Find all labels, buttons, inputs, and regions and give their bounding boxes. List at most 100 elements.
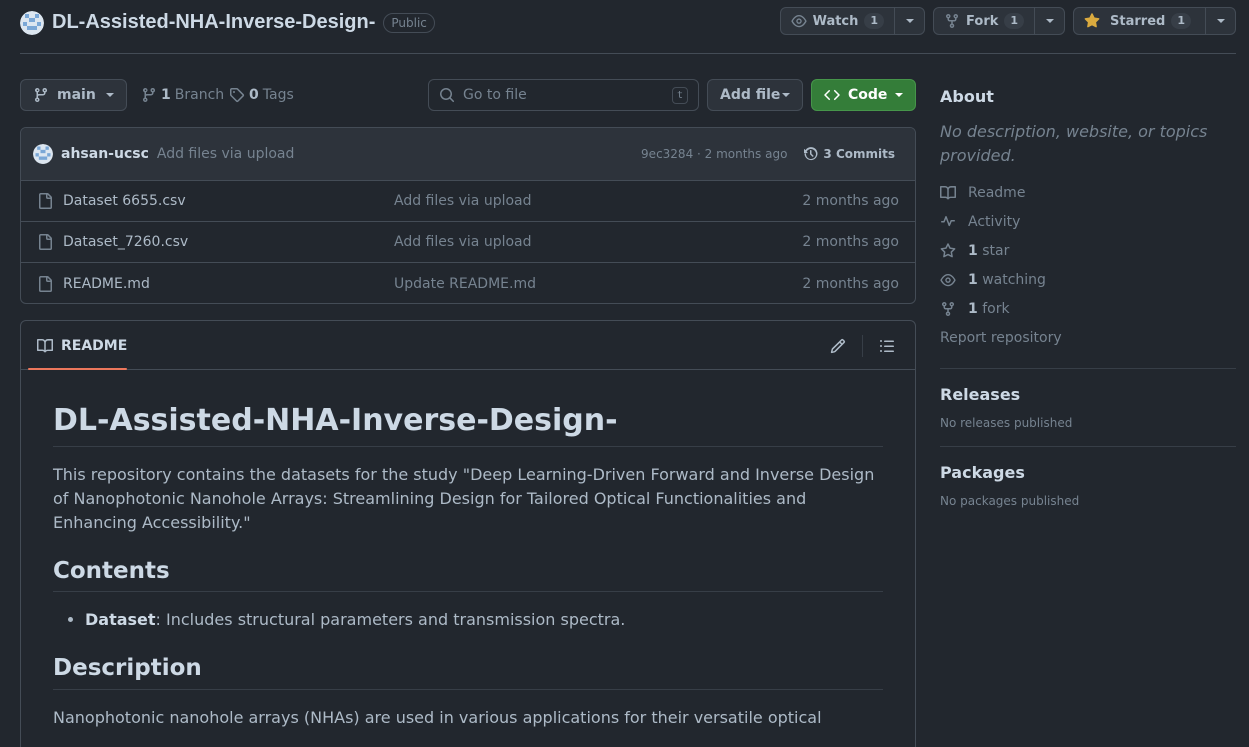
fork-button[interactable]: Fork 1 (934, 8, 1034, 34)
outline-button[interactable] (871, 333, 903, 359)
file-row[interactable]: Dataset 6655.csv Add files via upload 2 … (21, 181, 915, 222)
readme-link[interactable]: Readme (940, 178, 1236, 207)
file-name[interactable]: Dataset_7260.csv (63, 234, 188, 250)
contents-list: Dataset: Includes structural parameters … (53, 608, 883, 632)
file-icon (37, 234, 53, 250)
branch-selector[interactable]: main (20, 79, 127, 111)
tags-label: Tags (262, 87, 294, 103)
commits-link[interactable]: 3 Commits (803, 146, 895, 162)
book-icon (37, 338, 53, 354)
file-commit-message[interactable]: Update README.md (394, 276, 536, 292)
sidebar: About No description, website, or topics… (940, 79, 1236, 508)
packages-title[interactable]: Packages (940, 463, 1236, 482)
file-date: 2 months ago (802, 275, 899, 292)
fork-icon (944, 13, 960, 29)
readme-tab-underline (28, 368, 127, 370)
report-label: Report repository (940, 329, 1062, 346)
list-item: Dataset: Includes structural parameters … (85, 608, 883, 632)
forks-link[interactable]: 1 fork (940, 294, 1236, 323)
star-button[interactable]: Starred 1 (1074, 8, 1205, 34)
watch-dropdown[interactable] (894, 8, 924, 34)
fork-dropdown[interactable] (1034, 8, 1064, 34)
watch-button[interactable]: Watch 1 (781, 8, 894, 34)
pencil-icon (830, 338, 846, 354)
commit-hash-time[interactable]: 9ec3284 · 2 months ago (641, 147, 787, 161)
branches-link[interactable]: 1 Branch (141, 79, 224, 111)
edit-button[interactable] (822, 333, 854, 359)
packages-empty: No packages published (940, 494, 1080, 508)
file-row[interactable]: Dataset_7260.csv Add files via upload 2 … (21, 222, 915, 263)
code-label: Code (848, 87, 888, 103)
file-row[interactable]: README.md Update README.md 2 months ago (21, 263, 915, 303)
star-label: Starred (1110, 13, 1166, 29)
repo-name[interactable]: DL-Assisted-NHA-Inverse-Design- (52, 11, 375, 34)
readme-intro: This repository contains the datasets fo… (53, 464, 875, 532)
sidebar-divider (940, 368, 1236, 369)
tool-separator (862, 335, 863, 357)
about-description: No description, website, or topics provi… (940, 122, 1208, 165)
readme-tools (822, 333, 903, 359)
tags-link[interactable]: 0 Tags (229, 79, 294, 111)
file-list: ahsan-ucsc Add files via upload 9ec3284 … (20, 127, 916, 304)
pulse-icon (940, 214, 956, 230)
file-commit-message[interactable]: Add files via upload (394, 193, 532, 209)
activity-label: Activity (968, 213, 1021, 230)
report-repository-link[interactable]: Report repository (940, 323, 1236, 352)
chevron-down-icon (895, 93, 904, 97)
code-button[interactable]: Code (811, 79, 916, 111)
commit-author[interactable]: ahsan-ucsc (61, 146, 149, 162)
watch-label: Watch (812, 13, 859, 29)
commit-message[interactable]: Add files via upload (157, 146, 295, 162)
readme-panel: README DL-Assisted-NHA-Inverse-Design- T… (20, 320, 916, 747)
add-file-label: Add file (720, 87, 781, 103)
star-dropdown[interactable] (1205, 8, 1235, 34)
bullet-text: : Includes structural parameters and tra… (155, 610, 626, 630)
readme-content: DL-Assisted-NHA-Inverse-Design- This rep… (21, 370, 915, 730)
chevron-down-icon (1045, 19, 1054, 23)
file-name[interactable]: Dataset 6655.csv (63, 193, 186, 209)
about-title: About (940, 87, 994, 106)
contents-heading: Contents (53, 557, 883, 593)
chevron-down-icon (782, 93, 790, 97)
chevron-down-icon (1216, 19, 1225, 23)
add-file-button[interactable]: Add file (707, 79, 803, 111)
releases-empty: No releases published (940, 416, 1073, 430)
chevron-down-icon (905, 19, 914, 23)
star-button-group: Starred 1 (1073, 7, 1236, 35)
repo-header: DL-Assisted-NHA-Inverse-Design- Public W… (20, 7, 1236, 35)
stars-link[interactable]: 1 star (940, 236, 1236, 265)
search-icon (439, 87, 455, 103)
go-to-file-input[interactable] (463, 87, 664, 103)
file-name[interactable]: README.md (63, 276, 150, 292)
chevron-down-icon (106, 93, 114, 97)
eye-icon (940, 272, 956, 288)
star-count: 1 (1171, 13, 1191, 29)
repo-actions: Watch 1 Fork 1 Starred 1 (779, 7, 1236, 35)
releases-title[interactable]: Releases (940, 385, 1236, 404)
bullet-term: Dataset (85, 610, 156, 630)
file-date: 2 months ago (802, 193, 899, 209)
branches-count: 1 (161, 87, 171, 103)
sidebar-divider (940, 446, 1236, 447)
file-commit-message[interactable]: Add files via upload (394, 234, 532, 250)
avatar[interactable] (33, 144, 53, 164)
header-divider (20, 53, 1236, 54)
forks-count: 1 (968, 300, 978, 317)
file-toolbar: main 1 Branch 0 Tags t Add file Code (20, 79, 916, 111)
eye-icon (790, 13, 807, 29)
stars-label: star (982, 242, 1010, 259)
commits-count: 3 Commits (823, 147, 895, 161)
forks-label: fork (982, 300, 1010, 317)
activity-link[interactable]: Activity (940, 207, 1236, 236)
watch-button-group: Watch 1 (779, 7, 926, 35)
book-icon (940, 185, 956, 201)
star-filled-icon (1084, 13, 1100, 29)
watch-count: 1 (864, 13, 885, 29)
fork-button-group: Fork 1 (933, 7, 1066, 35)
description-text: Nanophotonic nanohole arrays (NHAs) are … (53, 708, 822, 727)
readme-tab[interactable]: README (29, 321, 135, 370)
watching-link[interactable]: 1 watching (940, 265, 1236, 294)
latest-commit: ahsan-ucsc Add files via upload 9ec3284 … (21, 128, 915, 181)
file-icon (37, 193, 53, 209)
avatar[interactable] (20, 10, 44, 35)
